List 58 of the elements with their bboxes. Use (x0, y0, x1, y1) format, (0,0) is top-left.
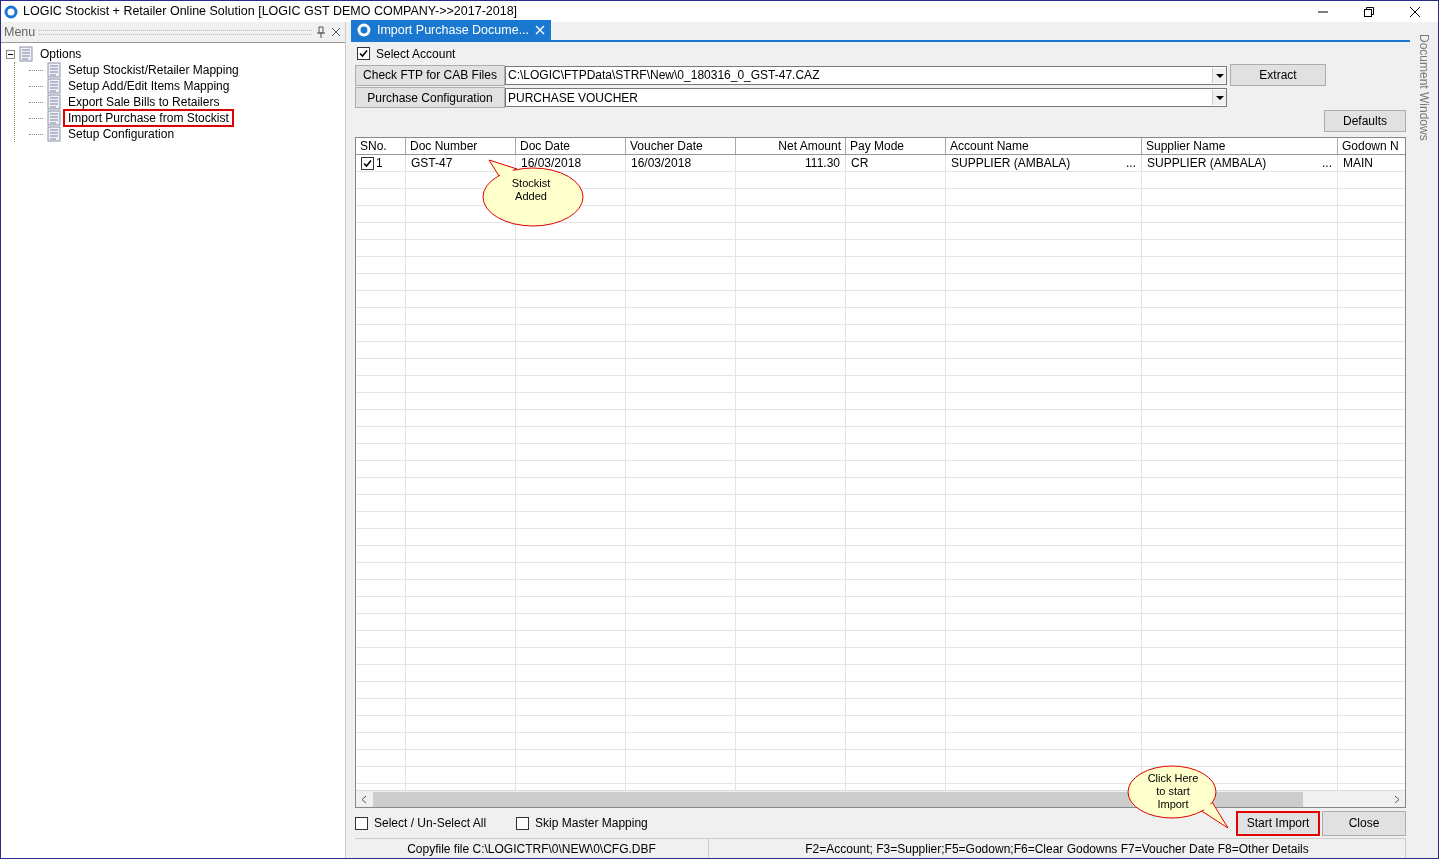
checkbox-label: Select Account (376, 45, 456, 63)
document-icon (47, 94, 61, 110)
document-icon (19, 46, 33, 62)
defaults-button[interactable]: Defaults (1324, 110, 1406, 132)
table-cell: SUPPLIER (AMBALA) ... (1142, 155, 1338, 171)
action-button[interactable]: Close (1322, 810, 1406, 836)
column-header[interactable]: Doc Date (516, 138, 626, 154)
document-tab[interactable]: Import Purchase Docume... (351, 20, 551, 40)
check-ftp-button[interactable]: Check FTP for CAB Files (355, 64, 505, 86)
column-header[interactable]: Doc Number (406, 138, 516, 154)
document-icon (47, 110, 61, 126)
status-text: Copyfile file C:\LOGICTRF\0\NEW\0\CFG.DBF (355, 839, 709, 858)
checkbox[interactable] (361, 156, 374, 170)
status-text: F2=Account; F3=Supplier;F5=Godown;F6=Clear Godowns F7=Voucher Date F8=Other Details (709, 839, 1406, 858)
table-cell: CR (846, 155, 946, 171)
extract-button[interactable]: Extract (1230, 64, 1326, 86)
column-header[interactable]: Account Name (946, 138, 1142, 154)
document-icon (47, 78, 61, 94)
column-header[interactable]: Net Amount (736, 138, 846, 154)
collapse-icon[interactable] (6, 49, 15, 59)
column-header[interactable]: Voucher Date (626, 138, 736, 154)
tree-item[interactable]: Setup Stockist/Retailer Mapping (65, 63, 242, 77)
panel-title: Menu (4, 23, 36, 41)
table-cell: 111.30 (736, 155, 846, 171)
checkbox[interactable] (357, 47, 370, 60)
ellipsis-button[interactable]: ... (1126, 155, 1136, 171)
tree-item[interactable]: Setup Configuration (65, 127, 178, 141)
pin-icon[interactable] (316, 26, 326, 38)
app-logo-icon (4, 4, 18, 19)
voucher-dropdown[interactable]: PURCHASE VOUCHER (505, 88, 1227, 107)
table-cell: 1 (356, 155, 406, 171)
purchase-configuration-button[interactable]: Purchase Configuration (355, 87, 505, 108)
document-icon (47, 126, 61, 142)
ellipsis-button[interactable]: ... (1322, 155, 1332, 171)
app-logo-icon (357, 23, 371, 37)
column-header[interactable]: Pay Mode (846, 138, 946, 154)
column-header[interactable]: Supplier Name (1142, 138, 1338, 154)
tree-item[interactable]: Options (37, 47, 85, 61)
checkbox-label: Select / Un-Select All (374, 815, 487, 832)
check-icon (363, 158, 372, 168)
close-icon[interactable] (330, 26, 342, 38)
table-cell: 16/03/2018 (626, 155, 736, 171)
window-title: LOGIC Stockist + Retailer Online Solution [LOGIC GST DEMO COMPANY->>2017-2018] (23, 3, 518, 21)
check-icon (359, 49, 368, 58)
action-button[interactable]: Start Import (1236, 810, 1320, 836)
tree-item[interactable]: Setup Add/Edit Items Mapping (65, 79, 233, 93)
column-header[interactable]: SNo. (356, 138, 406, 154)
callout-text: Stockist Added (510, 177, 552, 203)
table-cell: SUPPLIER (AMBALA) ... (946, 155, 1142, 171)
path-dropdown[interactable]: C:\LOGIC\FTPData\STRF\New\0_180316_0_GST-47.CAZ (505, 65, 1227, 85)
callout-text: Click Here to start Import (1146, 772, 1200, 811)
tree-item[interactable]: Import Purchase from Stockist (65, 111, 232, 125)
checkbox-label: Skip Master Mapping (535, 815, 648, 832)
checkbox[interactable] (516, 816, 530, 830)
tree-item[interactable]: Export Sale Bills to Retailers (65, 95, 223, 109)
checkbox[interactable] (355, 816, 368, 830)
side-panel-tab[interactable]: Document Windows (1415, 34, 1433, 858)
document-icon (47, 62, 61, 78)
